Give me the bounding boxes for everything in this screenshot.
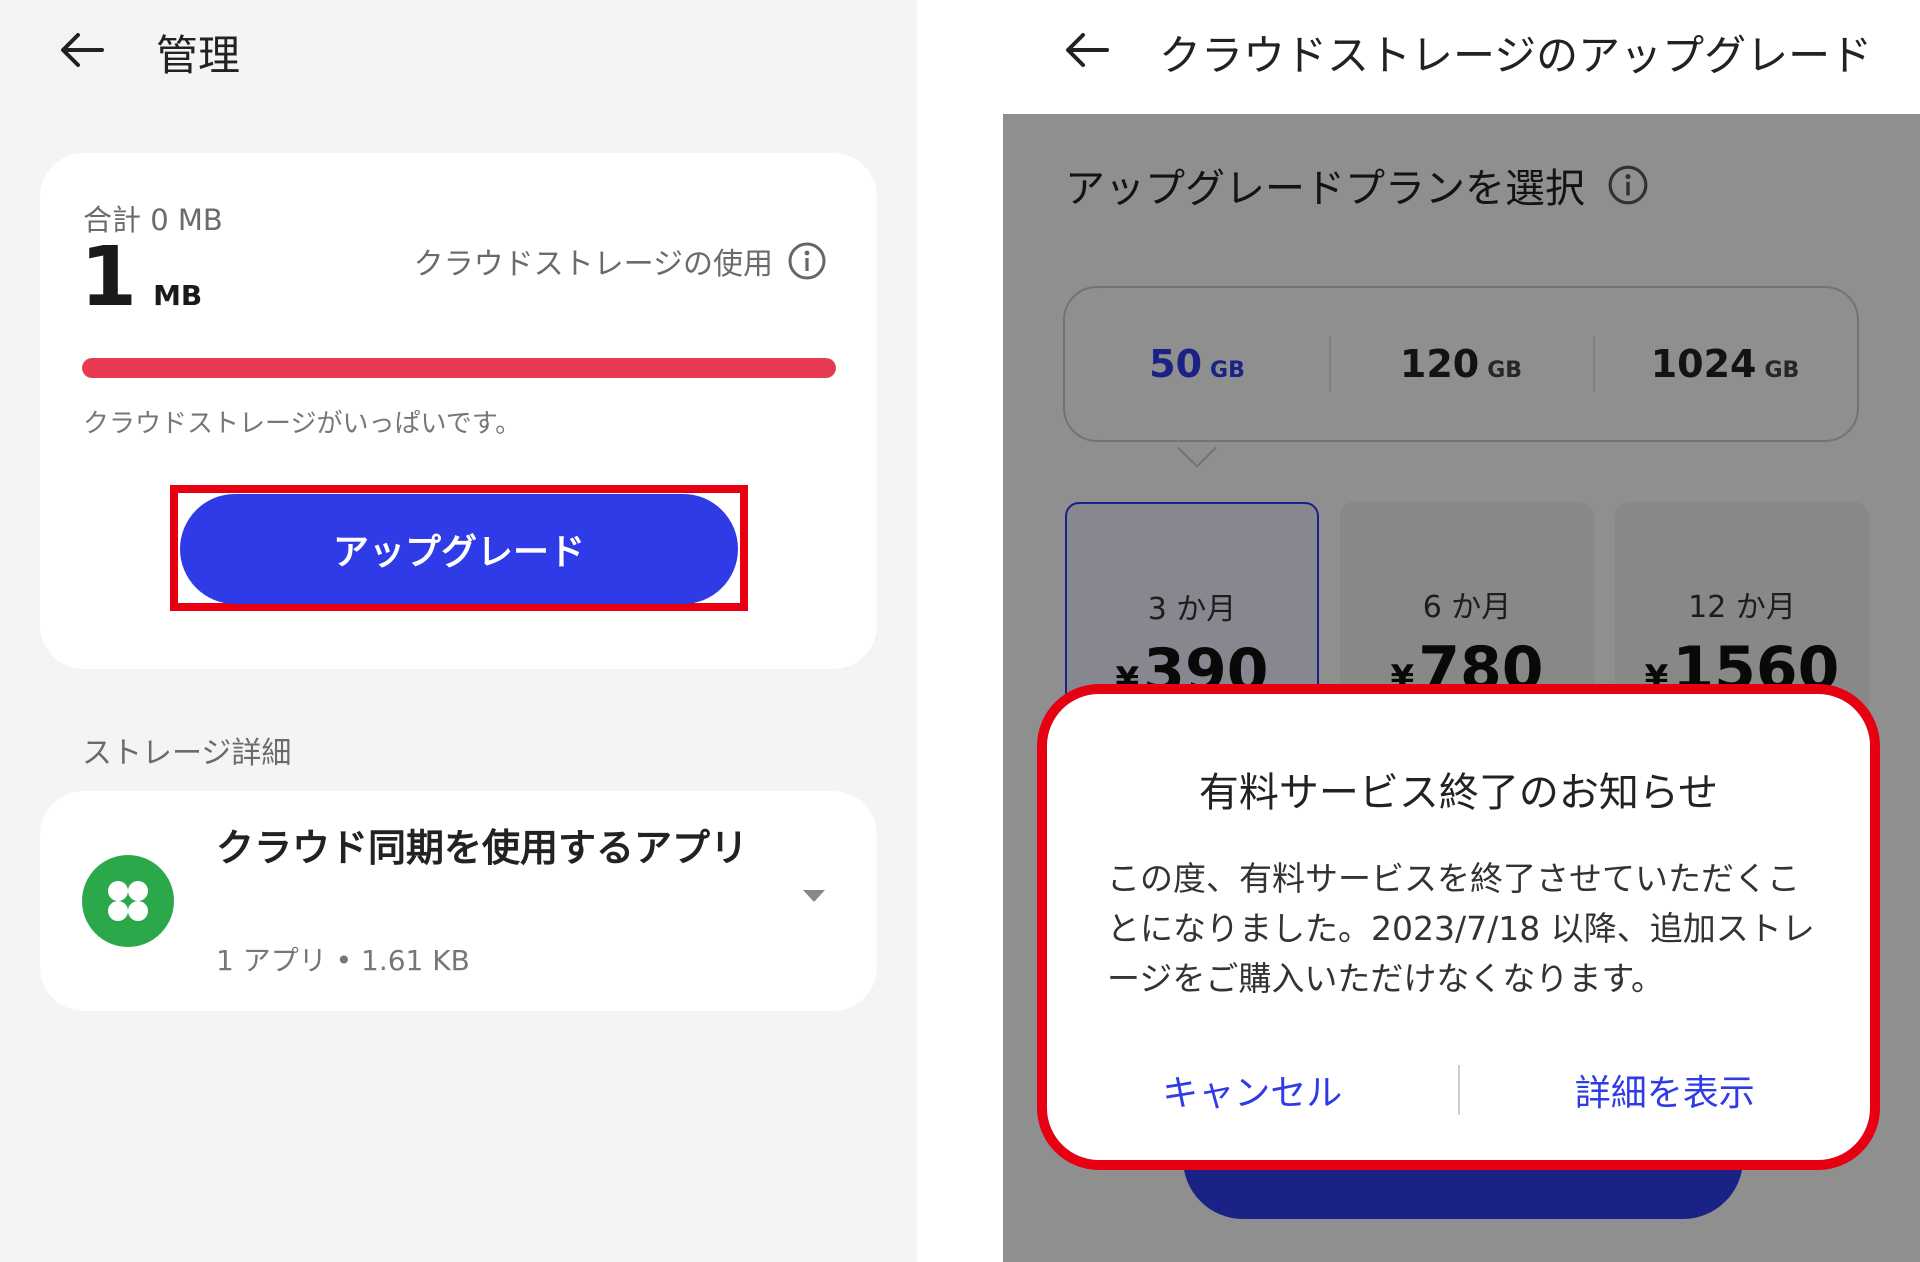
page-title: 管理 (156, 31, 241, 80)
dialog-actions: キャンセル 詳細を表示 (1047, 1060, 1870, 1120)
arrow-left-icon (61, 33, 104, 67)
arrow-left-icon (1066, 33, 1109, 67)
used-unit: MB (153, 279, 203, 312)
info-icon[interactable] (787, 241, 827, 281)
used-number: 1 (80, 230, 138, 325)
cloud-sync-apps-card[interactable]: クラウド同期を使用するアプリ 1 アプリ • 1.61 KB (40, 791, 877, 1011)
upgrade-button[interactable]: アップグレード (180, 494, 738, 604)
service-end-dialog: 有料サービス終了のお知らせ この度、有料サービスを終了させていただくことになりま… (1047, 694, 1870, 1160)
screen-divider (917, 0, 1003, 1262)
usage-title-label: クラウドストレージの使用 (413, 247, 773, 282)
back-button[interactable] (1055, 18, 1119, 82)
cancel-button[interactable]: キャンセル (1047, 1064, 1458, 1116)
used-value: 1 MB (80, 237, 202, 319)
clover-app-icon (82, 855, 174, 947)
storage-progress-fill (82, 358, 836, 378)
back-button[interactable] (50, 18, 114, 82)
storage-progress-bar (82, 358, 836, 378)
usage-title: クラウドストレージの使用 (414, 239, 827, 283)
apps-title: クラウド同期を使用するアプリ (216, 826, 749, 870)
chevron-down-icon[interactable] (801, 887, 827, 905)
view-details-button[interactable]: 詳細を表示 (1460, 1064, 1871, 1116)
apps-subtitle: 1 アプリ • 1.61 KB (216, 944, 470, 977)
page-title: クラウドストレージのアップグレード (1159, 31, 1873, 80)
dialog-title: 有料サービス終了のお知らせ (1198, 770, 1719, 816)
manage-screen: 管理 合計 0 MB 1 MB クラウドストレージの使用 クラウドストレージがい… (0, 0, 917, 1262)
storage-details-label: ストレージ詳細 (82, 736, 292, 771)
dialog-body: この度、有料サービスを終了させていただくことになりました。2023/7/18 以… (1107, 859, 1815, 998)
storage-full-message: クラウドストレージがいっぱいです。 (83, 409, 522, 439)
